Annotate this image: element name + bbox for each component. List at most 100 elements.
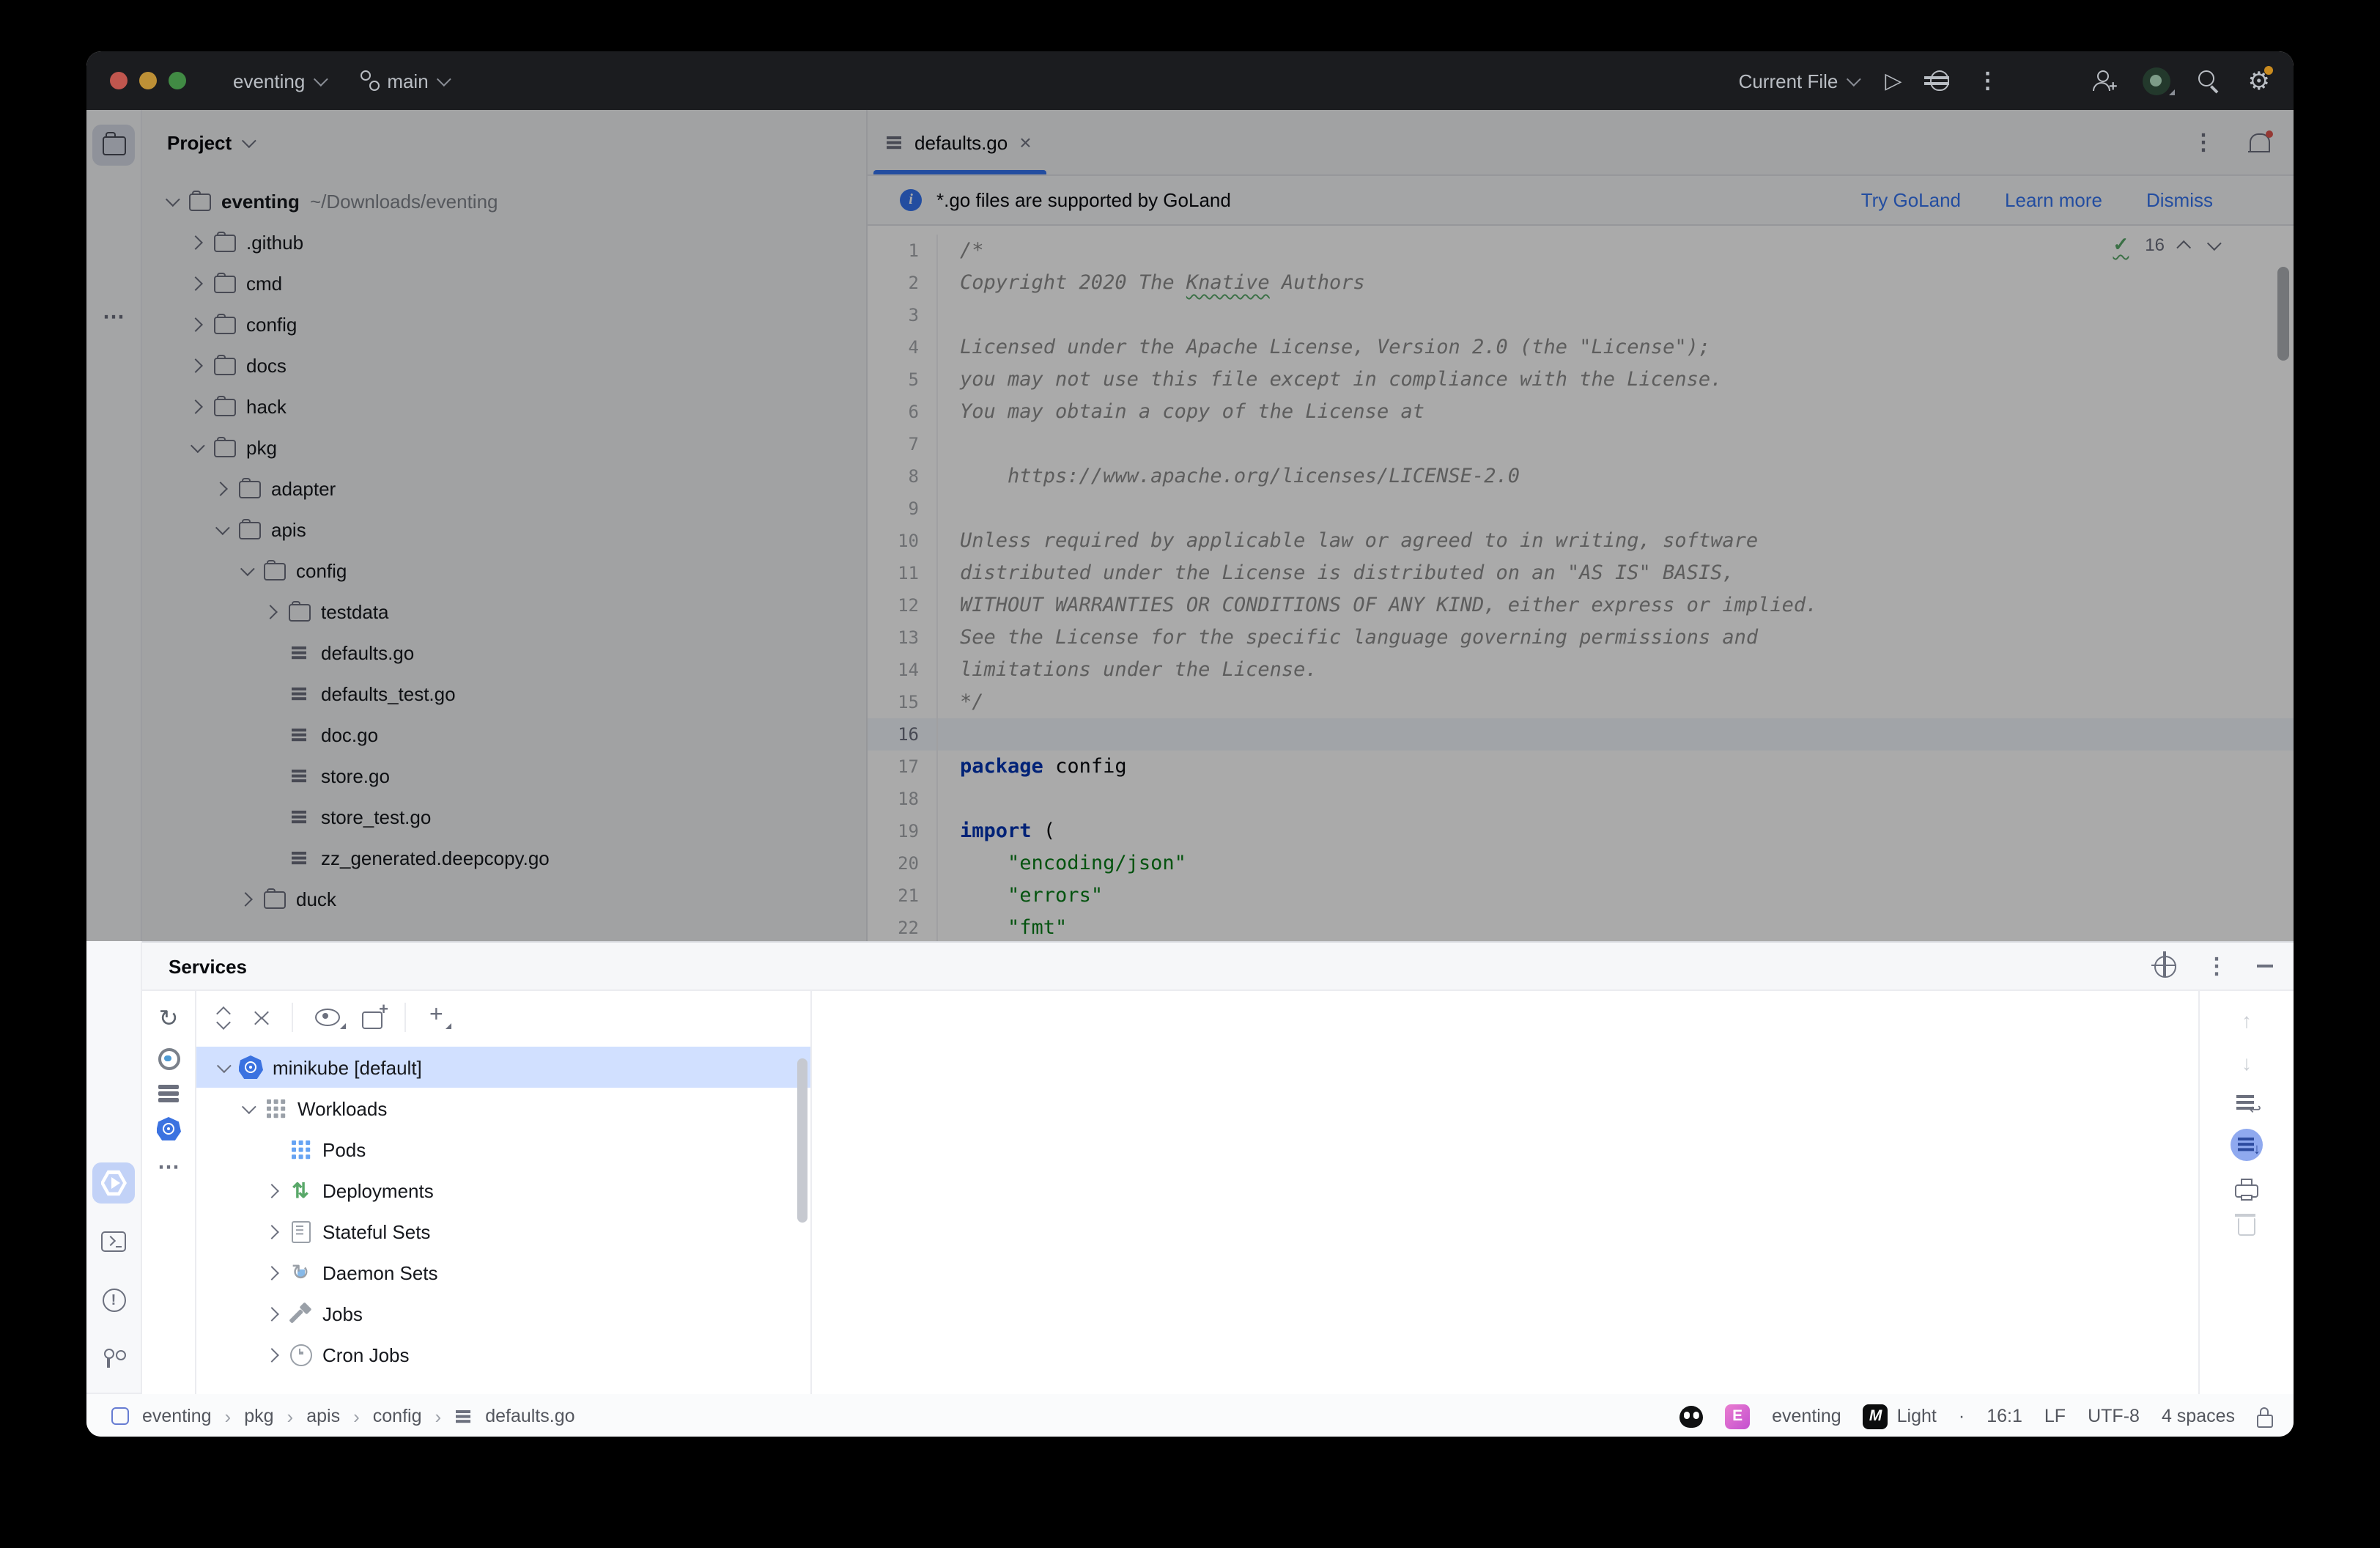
breadcrumb-item[interactable]: defaults.go — [485, 1406, 574, 1426]
project-panel-header[interactable]: Project — [142, 110, 866, 174]
tree-row[interactable]: .github — [142, 221, 866, 262]
settings-gear-button[interactable]: ⚙ — [2248, 68, 2271, 93]
caret-position[interactable]: 16:1 — [1987, 1406, 2022, 1426]
chevron-box[interactable] — [207, 524, 233, 534]
banner-link-dismiss[interactable]: Dismiss — [2146, 189, 2213, 211]
kubernetes-icon[interactable] — [156, 1117, 181, 1140]
preview-icon[interactable] — [315, 1009, 340, 1026]
debug-button[interactable] — [1930, 70, 1949, 91]
expand-all-icon[interactable] — [215, 1006, 232, 1028]
minimize-window-button[interactable] — [139, 72, 157, 89]
previous-problem-button[interactable] — [2176, 240, 2191, 254]
breadcrumb-item[interactable]: eventing — [142, 1406, 212, 1426]
tree-row[interactable]: doc.go — [142, 714, 866, 755]
sidebar-item-commit[interactable] — [92, 182, 135, 223]
chevron-box[interactable] — [258, 1308, 284, 1319]
theme-widget[interactable]: M Light — [1863, 1404, 1937, 1429]
code-with-me-button[interactable] — [2093, 70, 2115, 91]
chevron-box[interactable] — [258, 1185, 284, 1195]
tree-row[interactable]: store_test.go — [142, 796, 866, 837]
chevron-box[interactable] — [258, 1267, 284, 1278]
arrow-up-icon[interactable] — [2242, 1009, 2252, 1035]
tree-row[interactable]: defaults.go — [142, 632, 866, 673]
tree-row[interactable]: hack — [142, 386, 866, 427]
chevron-box[interactable] — [232, 893, 258, 904]
status-project-name[interactable]: eventing — [1772, 1406, 1841, 1426]
code-line[interactable]: 21 "errors" — [868, 880, 2294, 912]
inspection-widget[interactable]: ✓ 16 — [2113, 233, 2217, 257]
tree-row[interactable]: docs — [142, 344, 866, 386]
more-actions-button[interactable] — [1977, 67, 1999, 94]
code-line[interactable]: 3 — [868, 299, 2294, 331]
tree-row[interactable]: cmd — [142, 262, 866, 303]
line-ending[interactable]: LF — [2044, 1406, 2066, 1426]
chevron-box[interactable] — [157, 196, 183, 206]
breadcrumb-item[interactable]: config — [373, 1406, 422, 1426]
hide-icon[interactable] — [2257, 965, 2273, 967]
tree-row[interactable]: eventing~/Downloads/eventing — [142, 180, 866, 221]
arrow-down-icon[interactable] — [2242, 1051, 2252, 1077]
encoding[interactable]: UTF-8 — [2088, 1406, 2140, 1426]
code-line[interactable]: 16 — [868, 718, 2294, 751]
services-header[interactable]: Services — [142, 943, 2294, 991]
sidebar-item-more[interactable] — [92, 298, 135, 339]
locate-icon[interactable] — [2154, 955, 2176, 977]
chevron-box[interactable] — [182, 360, 208, 370]
code-line[interactable]: 11distributed under the License is distr… — [868, 557, 2294, 589]
code-editor[interactable]: 1/*2Copyright 2020 The Knative Authors34… — [868, 226, 2294, 941]
code-line[interactable]: 2Copyright 2020 The Knative Authors — [868, 267, 2294, 299]
chevron-box[interactable] — [258, 1226, 284, 1236]
code-line[interactable]: 15*/ — [868, 686, 2294, 718]
sidebar-item-problems[interactable] — [92, 1280, 135, 1321]
sidebar-item-git[interactable] — [92, 1338, 135, 1379]
code-line[interactable]: 18 — [868, 783, 2294, 815]
code-line[interactable]: 5you may not use this file except in com… — [868, 364, 2294, 396]
tree-row[interactable]: duck — [142, 878, 866, 919]
search-everywhere-button[interactable] — [2198, 70, 2220, 92]
editor-scrollbar[interactable] — [2277, 267, 2289, 361]
scroll-to-end-button[interactable] — [2231, 1129, 2263, 1161]
chevron-box[interactable] — [233, 1103, 259, 1113]
refresh-icon[interactable] — [159, 1007, 179, 1033]
code-line[interactable]: 12WITHOUT WARRANTIES OR CONDITIONS OF AN… — [868, 589, 2294, 622]
services-tree-row[interactable]: Pods — [196, 1129, 810, 1170]
tree-row[interactable]: store.go — [142, 755, 866, 796]
code-line[interactable]: 10Unless required by applicable law or a… — [868, 525, 2294, 557]
run-button[interactable]: ▷ — [1885, 70, 1902, 92]
tree-row[interactable]: pkg — [142, 427, 866, 468]
services-tree-row[interactable]: Daemon Sets — [196, 1252, 810, 1293]
chevron-box[interactable] — [256, 606, 283, 616]
chevron-box[interactable] — [182, 442, 208, 452]
tree-row[interactable]: zz_generated.deepcopy.go — [142, 837, 866, 878]
open-in-new-tab-icon[interactable] — [362, 1011, 382, 1028]
target-icon[interactable] — [158, 1048, 180, 1070]
print-icon[interactable] — [2235, 1184, 2258, 1198]
services-tree-row[interactable]: minikube [default] — [196, 1047, 810, 1088]
tree-row[interactable]: config — [142, 550, 866, 591]
sidebar-item-structure[interactable] — [92, 240, 135, 281]
code-line[interactable]: 13See the License for the specific langu… — [868, 622, 2294, 654]
more-icon[interactable] — [158, 1155, 180, 1182]
code-line[interactable]: 4Licensed under the Apache License, Vers… — [868, 331, 2294, 364]
sidebar-item-terminal[interactable] — [92, 1221, 135, 1262]
breadcrumb-item[interactable]: pkg — [244, 1406, 273, 1426]
tree-row[interactable]: testdata — [142, 591, 866, 632]
services-tree-row[interactable]: Cron Jobs — [196, 1334, 810, 1375]
chevron-box[interactable] — [182, 278, 208, 288]
chevron-box[interactable] — [258, 1349, 284, 1360]
chevron-box[interactable] — [182, 237, 208, 247]
sidebar-item-services[interactable] — [92, 1162, 135, 1204]
collapse-all-icon[interactable] — [254, 1006, 270, 1028]
chevron-box[interactable] — [208, 1062, 234, 1072]
code-line[interactable]: 8 https://www.apache.org/licenses/LICENS… — [868, 460, 2294, 493]
services-tree-row[interactable]: Workloads — [196, 1088, 810, 1129]
project-badge[interactable]: E — [1725, 1404, 1750, 1429]
code-line[interactable]: 17package config — [868, 751, 2294, 783]
chevron-box[interactable] — [232, 565, 258, 575]
lock-icon[interactable] — [2257, 1414, 2273, 1427]
editor-tab[interactable]: defaults.go × — [868, 110, 1052, 174]
clear-icon[interactable] — [2238, 1218, 2255, 1236]
code-line[interactable]: 14limitations under the License. — [868, 654, 2294, 686]
services-tree-row[interactable]: Stateful Sets — [196, 1211, 810, 1252]
project-switcher[interactable]: eventing — [233, 70, 324, 92]
